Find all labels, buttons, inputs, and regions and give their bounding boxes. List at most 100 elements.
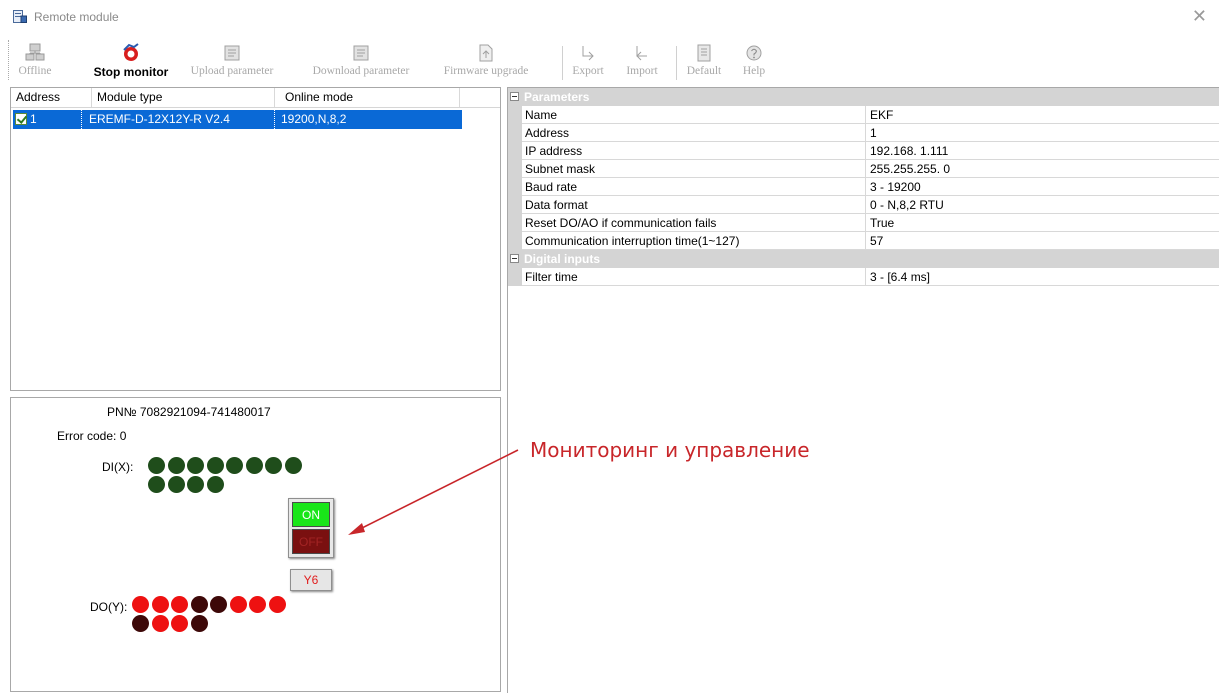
column-header-address[interactable]: Address	[16, 90, 60, 104]
do-led[interactable]	[210, 596, 227, 613]
parameter-row[interactable]: IP address 192.168. 1.111	[508, 142, 1219, 160]
channel-y6-button[interactable]: Y6	[290, 569, 332, 591]
do-led[interactable]	[132, 615, 149, 632]
parameter-name: Data format	[525, 198, 588, 212]
di-led[interactable]	[167, 457, 185, 474]
parameter-value[interactable]: 192.168. 1.111	[870, 144, 948, 158]
do-led[interactable]	[171, 596, 188, 613]
parameter-value[interactable]: 3 - [6.4 ms]	[870, 270, 930, 284]
parameter-row[interactable]: Reset DO/AO if communication fails True	[508, 214, 1219, 232]
di-led[interactable]	[148, 457, 165, 474]
export-icon	[582, 46, 594, 61]
row-gutter	[508, 142, 522, 160]
di-led[interactable]	[187, 457, 204, 474]
cell-address: 1	[30, 112, 37, 126]
column-separator[interactable]	[274, 88, 275, 107]
column-header-online-mode[interactable]: Online mode	[285, 90, 353, 104]
do-led[interactable]	[151, 615, 169, 632]
on-button[interactable]: ON	[292, 502, 330, 527]
row-checkbox[interactable]	[15, 113, 27, 125]
parameter-row[interactable]: Name EKF	[508, 106, 1219, 124]
column-divider[interactable]	[865, 232, 866, 250]
toolbar-separator	[676, 46, 677, 80]
stop-monitor-label: Stop monitor	[93, 65, 169, 79]
column-divider[interactable]	[865, 160, 866, 178]
parameter-row[interactable]: Communication interruption time(1~127) 57	[508, 232, 1219, 250]
column-divider[interactable]	[865, 124, 866, 142]
window-title: Remote module	[34, 10, 119, 24]
pn-number: PN№ 7082921094-741480017	[107, 405, 271, 419]
column-divider[interactable]	[865, 268, 866, 286]
download-icon	[353, 45, 369, 61]
parameter-name: Address	[525, 126, 570, 140]
parameter-name: IP address	[525, 144, 583, 158]
do-led[interactable]	[249, 596, 266, 613]
parameter-value[interactable]: 1	[870, 126, 877, 140]
do-led[interactable]	[229, 596, 247, 613]
stop-monitor-button[interactable]: Stop monitor	[86, 42, 176, 86]
export-label: Export	[572, 65, 604, 77]
download-parameter-button[interactable]: Download parameter	[288, 42, 434, 86]
parameter-value[interactable]: True	[870, 216, 894, 230]
di-led[interactable]	[226, 457, 243, 474]
parameter-name: Name	[525, 108, 558, 122]
parameter-row[interactable]: Filter time 3 - [6.4 ms]	[508, 268, 1219, 286]
help-label: Help	[742, 65, 766, 77]
di-led[interactable]	[265, 457, 282, 474]
parameter-value[interactable]: 3 - 19200	[870, 180, 921, 194]
parameter-row[interactable]: Subnet mask 255.255.255. 0	[508, 160, 1219, 178]
firmware-upgrade-button[interactable]: Firmware upgrade	[440, 42, 532, 86]
parameter-name: Communication interruption time(1~127)	[525, 234, 740, 248]
help-button[interactable]: Help	[734, 42, 774, 86]
group-header[interactable]: Parameters	[508, 88, 1219, 106]
parameter-value[interactable]: 255.255.255. 0	[870, 162, 950, 176]
off-button[interactable]: OFF	[292, 529, 330, 554]
di-led[interactable]	[206, 457, 224, 474]
do-led[interactable]	[151, 596, 169, 613]
default-button[interactable]: Default	[682, 42, 726, 86]
do-led[interactable]	[268, 596, 286, 613]
parameter-row[interactable]: Data format 0 - N,8,2 RTU	[508, 196, 1219, 214]
di-led[interactable]	[284, 457, 302, 474]
di-led[interactable]	[148, 476, 165, 493]
import-button[interactable]: Import	[620, 42, 664, 86]
parameter-row[interactable]: Baud rate 3 - 19200	[508, 178, 1219, 196]
offline-button[interactable]: Offline	[14, 42, 56, 86]
column-divider[interactable]	[865, 214, 866, 232]
column-separator[interactable]	[459, 88, 460, 107]
export-button[interactable]: Export	[568, 42, 608, 86]
di-led[interactable]	[167, 476, 185, 493]
toolbar-separator	[562, 46, 563, 80]
parameter-value[interactable]: EKF	[870, 108, 893, 122]
column-divider[interactable]	[865, 106, 866, 124]
do-led[interactable]	[190, 596, 208, 613]
output-toggle-popup: ON OFF	[288, 498, 334, 558]
do-led[interactable]	[132, 596, 149, 613]
module-list-panel: Address Module type Online mode 1 EREMF-…	[10, 87, 501, 391]
collapse-toggle-icon[interactable]	[510, 254, 519, 263]
column-header-module-type[interactable]: Module type	[97, 90, 162, 104]
collapse-toggle-icon[interactable]	[510, 92, 519, 101]
parameter-row[interactable]: Address 1	[508, 124, 1219, 142]
close-button[interactable]: ✕	[1192, 6, 1207, 27]
do-led[interactable]	[171, 615, 188, 632]
column-divider[interactable]	[865, 178, 866, 196]
column-divider[interactable]	[865, 142, 866, 160]
group-header[interactable]: Digital inputs	[508, 250, 1219, 268]
column-separator[interactable]	[91, 88, 92, 107]
di-led[interactable]	[206, 476, 224, 493]
upload-parameter-button[interactable]: Upload parameter	[180, 42, 284, 86]
column-divider[interactable]	[865, 196, 866, 214]
toolbar-grip[interactable]	[8, 40, 11, 80]
parameter-value[interactable]: 0 - N,8,2 RTU	[870, 198, 944, 212]
parameter-value[interactable]: 57	[870, 234, 883, 248]
cell-module-type: EREMF-D-12X12Y-R V2.4	[89, 112, 230, 126]
row-gutter	[508, 232, 522, 250]
di-led[interactable]	[187, 476, 204, 493]
di-led[interactable]	[245, 457, 263, 474]
row-gutter	[508, 196, 522, 214]
upload-icon	[224, 45, 240, 61]
do-led[interactable]	[190, 615, 208, 632]
firmware-icon	[479, 44, 493, 62]
table-row[interactable]: 1 EREMF-D-12X12Y-R V2.4 19200,N,8,2	[13, 110, 462, 129]
